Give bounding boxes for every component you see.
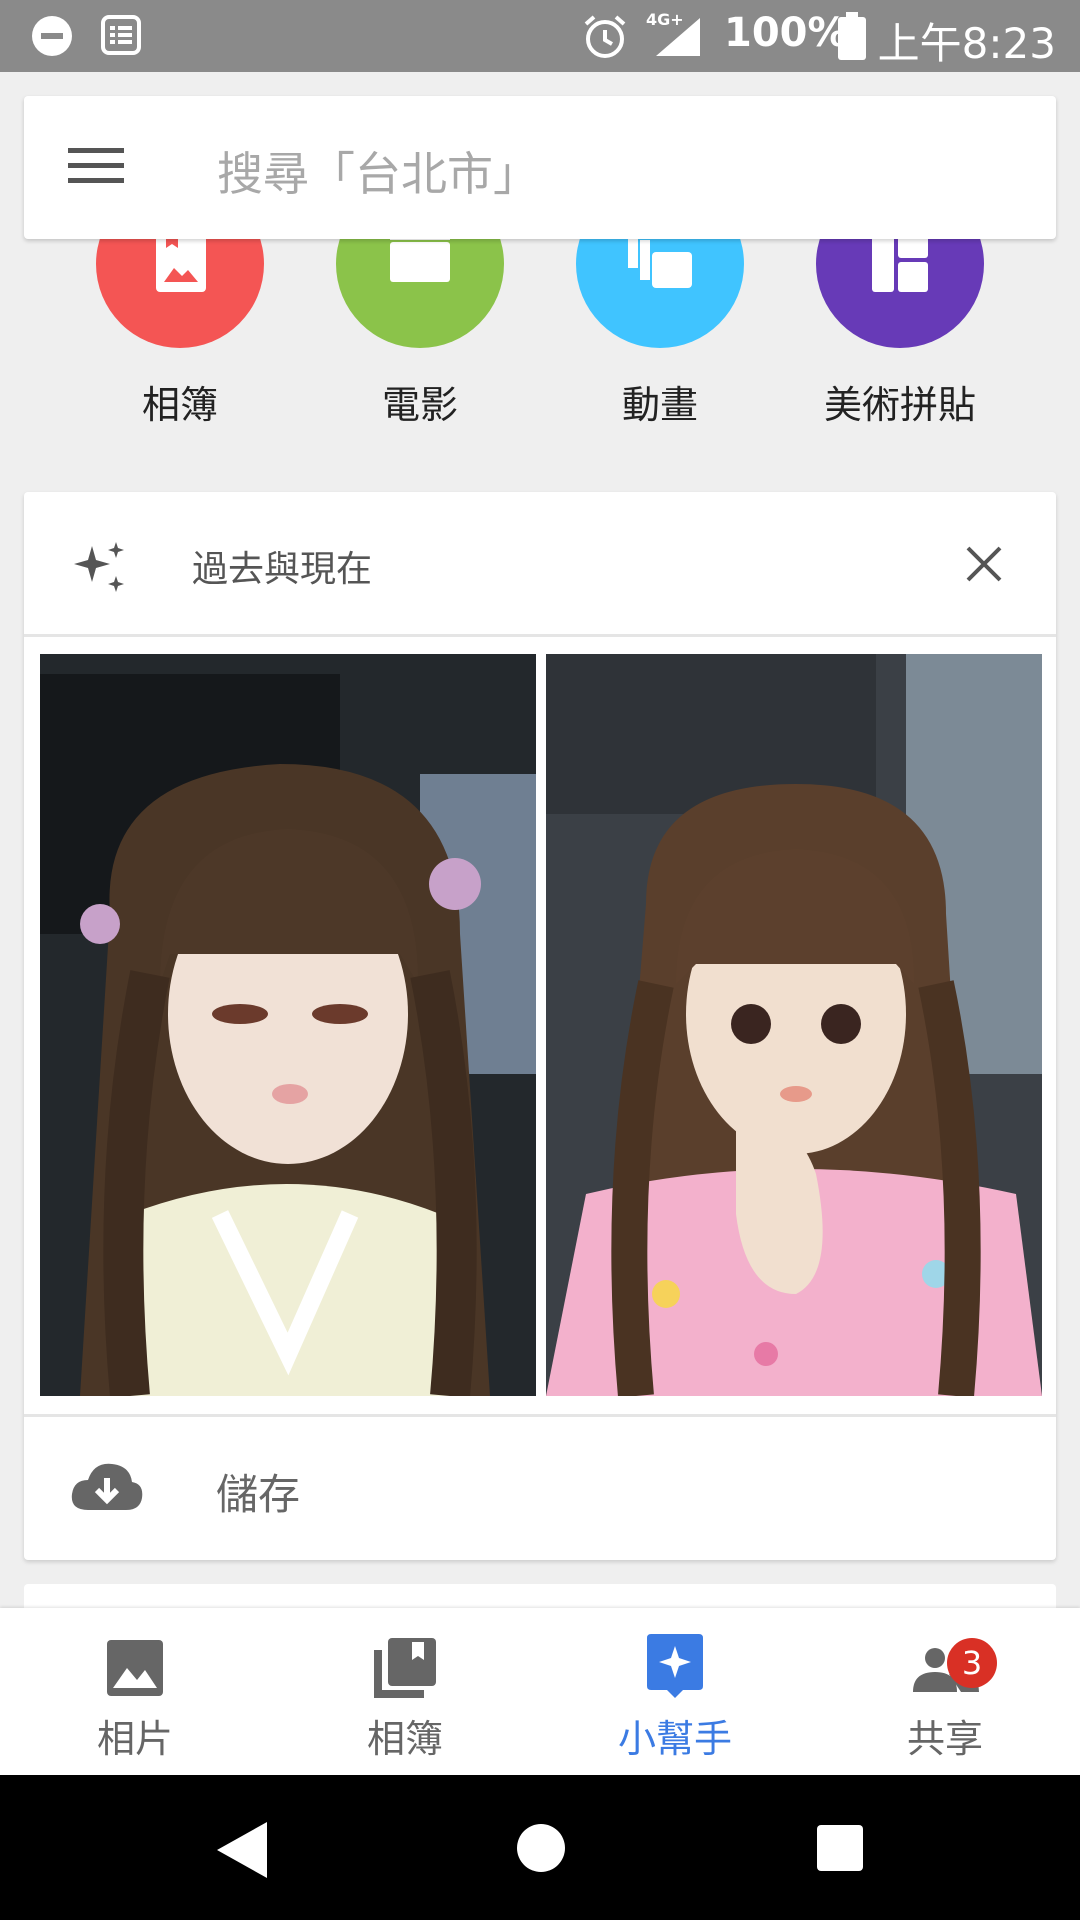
create-label-animation: 動畫 — [621, 383, 698, 427]
photo-icon — [107, 1640, 163, 1700]
system-navigation-bar — [0, 1775, 1080, 1920]
nav-label-photos: 相片 — [96, 1717, 173, 1761]
recents-icon[interactable] — [817, 1825, 863, 1875]
menu-icon[interactable] — [68, 146, 124, 190]
search-bar[interactable]: 搜尋「台北市」 — [24, 96, 1056, 239]
close-icon[interactable] — [964, 544, 1004, 588]
nav-label-albums: 相簿 — [366, 1717, 443, 1761]
nav-photos[interactable]: 相片 — [0, 1608, 270, 1775]
assistant-icon — [647, 1634, 703, 1702]
nav-label-assistant: 小幫手 — [617, 1717, 732, 1761]
cloud-download-icon[interactable] — [70, 1460, 144, 1516]
home-icon[interactable] — [516, 1823, 566, 1877]
nav-label-sharing: 共享 — [906, 1717, 983, 1761]
card-divider-bottom — [24, 1414, 1056, 1417]
card-divider-top — [24, 634, 1056, 637]
nav-albums[interactable]: 相簿 — [270, 1608, 540, 1775]
doll-photo-then[interactable] — [40, 654, 536, 1396]
create-label-collage: 美術拼貼 — [823, 383, 976, 427]
clock: 上午8:23 — [877, 19, 1056, 68]
save-button[interactable]: 儲存 — [216, 1461, 300, 1522]
notes-icon — [100, 14, 142, 60]
signal-icon — [654, 16, 702, 62]
do-not-disturb-icon — [30, 14, 74, 62]
create-label-album: 相簿 — [141, 383, 218, 427]
card-title: 過去與現在 — [192, 549, 373, 590]
sparkle-icon — [72, 540, 128, 600]
assistant-card: 過去與現在 儲存 — [24, 492, 1056, 1560]
search-input[interactable]: 搜尋「台北市」 — [217, 138, 539, 204]
create-label-movie: 電影 — [381, 383, 458, 427]
albums-icon — [374, 1638, 436, 1702]
nav-sharing[interactable]: 3 共享 — [810, 1608, 1080, 1775]
alarm-icon — [582, 14, 628, 64]
nav-assistant[interactable]: 小幫手 — [540, 1608, 810, 1775]
sharing-badge: 3 — [947, 1638, 997, 1688]
bottom-navigation: 相片 相簿 小幫手 3 共享 — [0, 1608, 1080, 1775]
battery-percent: 100% — [724, 10, 848, 56]
doll-photo-now[interactable] — [546, 654, 1042, 1396]
battery-icon — [838, 12, 866, 64]
album-icon — [156, 230, 206, 296]
back-icon[interactable] — [215, 1820, 269, 1884]
status-bar: 4G+ 100% 上午8:23 — [0, 0, 1080, 72]
